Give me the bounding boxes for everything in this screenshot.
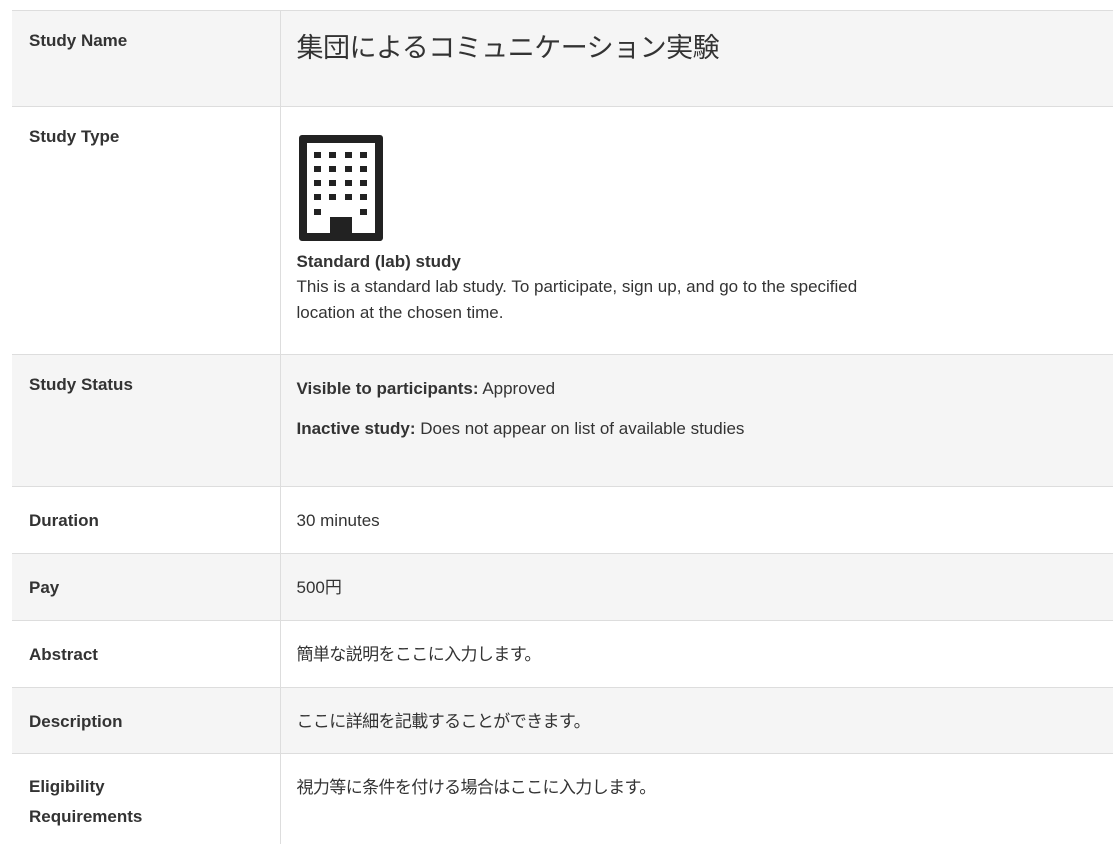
eligibility-label-2: Requirements — [29, 807, 143, 826]
eligibility-label-1: Eligibility — [29, 777, 105, 796]
description-label: Description — [12, 687, 281, 754]
row-study-name: Study Name 集団によるコミュニケーション実験 — [12, 10, 1113, 107]
study-name-value: 集団によるコミュニケーション実験 — [296, 33, 720, 64]
study-type-label: Study Type — [12, 106, 281, 355]
row-duration: Duration 30 minutes — [12, 486, 1113, 554]
abstract-value: 簡単な説明をここに入力します。 — [280, 620, 1113, 688]
study-type-cell: Standard (lab) study This is a standard … — [280, 106, 1113, 355]
visible-status: Visible to participants: Approved — [297, 377, 1113, 401]
pay-value: 500円 — [280, 553, 1113, 621]
study-name-label: Study Name — [12, 10, 281, 107]
row-description: Description ここに詳細を記載することができます。 — [12, 687, 1113, 754]
visible-status-value: Approved — [482, 379, 556, 398]
inactive-status-label: Inactive study: — [296, 419, 416, 438]
inactive-status-value: Does not appear on list of available stu… — [420, 419, 745, 438]
row-abstract: Abstract 簡単な説明をここに入力します。 — [12, 620, 1113, 688]
eligibility-label: Eligibility Requirements — [12, 753, 281, 844]
study-status-label: Study Status — [12, 354, 281, 487]
row-eligibility: Eligibility Requirements 視力等に条件を付ける場合はここ… — [12, 753, 1113, 844]
duration-value: 30 minutes — [280, 486, 1113, 554]
study-status-cell: Visible to participants: Approved Inacti… — [280, 354, 1113, 487]
study-name-cell: 集団によるコミュニケーション実験 — [280, 10, 1113, 107]
study-details-table: Study Name 集団によるコミュニケーション実験 Study Type S… — [12, 10, 1113, 844]
row-study-status: Study Status Visible to participants: Ap… — [12, 354, 1113, 487]
study-type-desc-1: This is a standard lab study. To partici… — [296, 277, 858, 296]
inactive-status: Inactive study: Does not appear on list … — [297, 417, 1113, 441]
eligibility-value: 視力等に条件を付ける場合はここに入力します。 — [280, 753, 1113, 844]
abstract-label: Abstract — [12, 620, 281, 688]
building-icon — [297, 133, 1113, 250]
visible-status-label: Visible to participants: — [296, 379, 479, 398]
pay-label: Pay — [12, 553, 281, 621]
description-value: ここに詳細を記載することができます。 — [280, 687, 1113, 754]
study-type-title: Standard (lab) study — [296, 252, 461, 271]
row-study-type: Study Type Standard (lab) study This is … — [12, 106, 1113, 355]
duration-label: Duration — [12, 486, 281, 554]
row-pay: Pay 500円 — [12, 553, 1113, 621]
study-type-desc-2: location at the chosen time. — [296, 303, 504, 322]
